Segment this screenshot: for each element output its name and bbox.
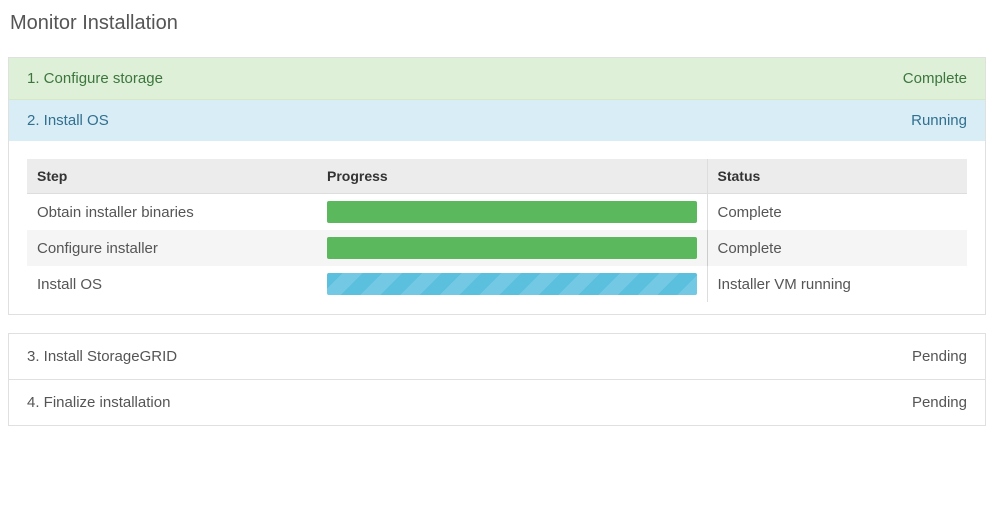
stage-header-install-os[interactable]: 2. Install OS Running	[9, 100, 985, 141]
stage-status: Pending	[912, 348, 967, 365]
step-progress-cell	[317, 230, 707, 266]
step-status: Installer VM running	[707, 266, 967, 302]
stage-panel-active: 1. Configure storage Complete 2. Install…	[8, 57, 986, 315]
step-status: Complete	[707, 230, 967, 266]
step-progress-cell	[317, 194, 707, 231]
page-title: Monitor Installation	[8, 12, 986, 35]
step-name: Install OS	[27, 266, 317, 302]
stage-header-install-storagegrid[interactable]: 3. Install StorageGRID Pending	[8, 333, 986, 380]
step-name: Obtain installer binaries	[27, 194, 317, 231]
table-row: Install OS Installer VM running	[27, 266, 967, 302]
install-os-steps-table: Step Progress Status Obtain installer bi…	[27, 159, 967, 302]
table-row: Configure installer Complete	[27, 230, 967, 266]
progress-bar	[327, 201, 697, 223]
progress-bar	[327, 273, 697, 295]
col-header-step: Step	[27, 159, 317, 194]
step-status: Complete	[707, 194, 967, 231]
stage-status: Running	[911, 112, 967, 129]
step-name: Configure installer	[27, 230, 317, 266]
stage-label: 1. Configure storage	[27, 70, 163, 87]
table-row: Obtain installer binaries Complete	[27, 194, 967, 231]
stage-header-configure-storage[interactable]: 1. Configure storage Complete	[9, 58, 985, 100]
stage-body-install-os: Step Progress Status Obtain installer bi…	[9, 141, 985, 314]
progress-bar	[327, 237, 697, 259]
stage-header-finalize[interactable]: 4. Finalize installation Pending	[8, 380, 986, 426]
stage-status: Complete	[903, 70, 967, 87]
stage-label: 4. Finalize installation	[27, 394, 170, 411]
step-progress-cell	[317, 266, 707, 302]
col-header-progress: Progress	[317, 159, 707, 194]
stage-status: Pending	[912, 394, 967, 411]
stage-label: 3. Install StorageGRID	[27, 348, 177, 365]
col-header-status: Status	[707, 159, 967, 194]
stage-label: 2. Install OS	[27, 112, 109, 129]
